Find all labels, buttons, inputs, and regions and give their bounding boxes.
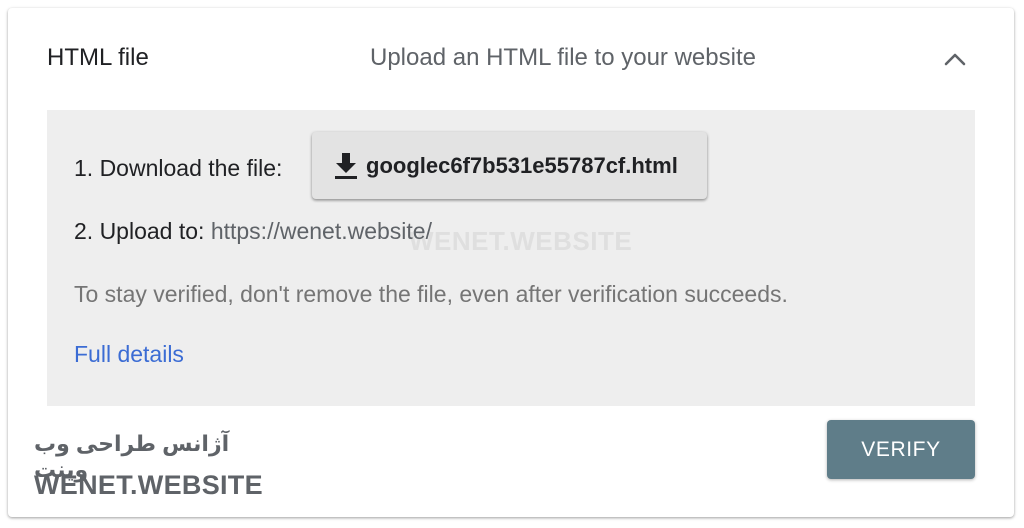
watermark: WENET.WEBSITE [409,226,633,256]
verification-card: HTML file Upload an HTML file to your we… [8,8,1014,517]
upload-step-label: 2. Upload to: [74,218,205,244]
instructions-panel: WENET.WEBSITE 1. Download the file: goog… [47,110,975,406]
full-details-link[interactable]: Full details [74,341,184,368]
method-subtitle: Upload an HTML file to your website [370,44,756,71]
download-file-name: googlec6f7b531e55787cf.html [366,152,678,178]
upload-url: https://wenet.website/ [210,218,432,244]
upload-step: 2. Upload to: https://wenet.website/ [74,218,432,245]
verification-note: To stay verified, don't remove the file,… [74,281,788,307]
brand-name-english: WENET.WEBSITE [34,470,263,500]
download-file-button[interactable]: googlec6f7b531e55787cf.html [312,132,707,199]
download-step-label: 1. Download the file: [74,155,283,181]
download-icon [335,152,357,179]
collapse-toggle[interactable] [936,44,974,74]
chevron-up-icon [944,53,966,66]
method-title: HTML file [47,44,149,71]
verify-button[interactable]: VERIFY [827,420,975,479]
